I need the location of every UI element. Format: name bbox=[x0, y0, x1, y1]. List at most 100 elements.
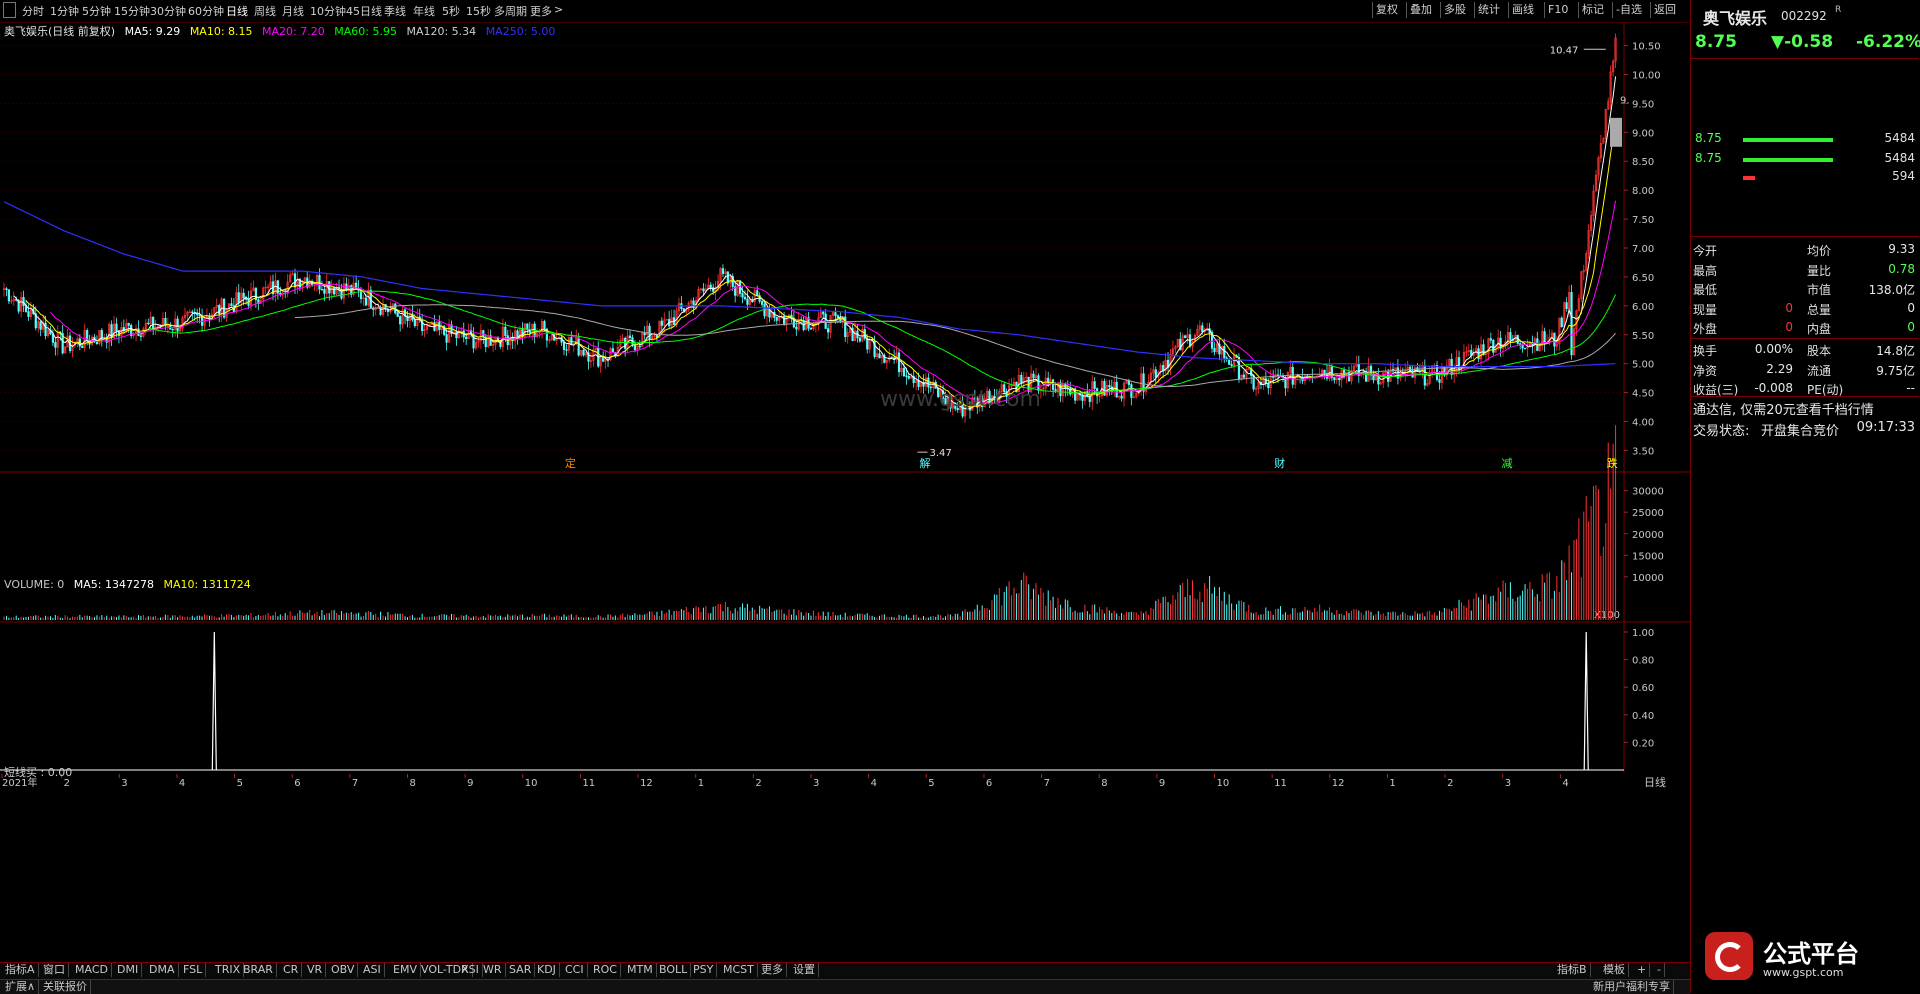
high-label: 10.47 bbox=[1550, 45, 1579, 56]
tool-button-7[interactable]: -自选 bbox=[1612, 2, 1645, 18]
indicator-tab-1[interactable]: 窗口 bbox=[40, 963, 69, 977]
stat-value: -- bbox=[1906, 381, 1915, 395]
indicator-tab-19[interactable]: ROC bbox=[590, 963, 621, 977]
period-tab-12[interactable]: 年线 bbox=[413, 3, 435, 19]
indicator-tab-11[interactable]: ASI bbox=[360, 963, 385, 977]
indicator-tab-8[interactable]: CR bbox=[280, 963, 303, 977]
time-label: 8 bbox=[410, 778, 416, 789]
period-tab-13[interactable]: 5秒 bbox=[442, 3, 460, 19]
zoom-out-button[interactable]: - bbox=[1654, 963, 1665, 977]
volume-tick-label: 10000 bbox=[1632, 573, 1664, 584]
period-tab-4[interactable]: 30分钟 bbox=[150, 3, 186, 19]
candle bbox=[44, 322, 47, 336]
tool-button-6[interactable]: 标记 bbox=[1578, 2, 1607, 18]
indicator-tab-23[interactable]: MCST bbox=[720, 963, 758, 977]
stock-title: 奥飞娱乐(日线 前复权) bbox=[4, 25, 116, 38]
indicator-tab-16[interactable]: SAR bbox=[506, 963, 536, 977]
indicator-tab-25[interactable]: 设置 bbox=[790, 963, 819, 977]
tool-button-8[interactable]: 返回 bbox=[1650, 2, 1679, 18]
tool-button-3[interactable]: 统计 bbox=[1474, 2, 1503, 18]
stat-value: 0.00% bbox=[1754, 342, 1793, 356]
candle bbox=[218, 305, 221, 315]
period-tab-2[interactable]: 5分钟 bbox=[82, 3, 111, 19]
more-arrow-icon[interactable]: > bbox=[554, 3, 563, 16]
indicator-tab-22[interactable]: PSY bbox=[690, 963, 718, 977]
stat-value: 14.8亿 bbox=[1876, 344, 1915, 358]
indicator-tab-3[interactable]: DMI bbox=[114, 963, 143, 977]
period-tab-8[interactable]: 月线 bbox=[282, 3, 304, 19]
indicator-tab-18[interactable]: CCI bbox=[562, 963, 588, 977]
candle bbox=[127, 323, 130, 326]
period-tab-3[interactable]: 15分钟 bbox=[114, 3, 150, 19]
stat-value: 138.0亿 bbox=[1868, 283, 1915, 297]
indicator-tab-0[interactable]: 指标A bbox=[2, 963, 39, 977]
indicator-tab-7[interactable]: BRAR bbox=[240, 963, 277, 977]
period-tab-10[interactable]: 45日线 bbox=[346, 3, 382, 19]
period-tab-15[interactable]: 多周期 bbox=[494, 3, 527, 19]
tool-button-4[interactable]: 画线 bbox=[1508, 2, 1537, 18]
period-tab-16[interactable]: 更多 bbox=[530, 3, 552, 19]
status-label: 交易状态: bbox=[1693, 424, 1750, 439]
status-time: 09:17:33 bbox=[1856, 420, 1915, 435]
period-tab-9[interactable]: 10分钟 bbox=[310, 3, 346, 19]
tool-button-2[interactable]: 多股 bbox=[1440, 2, 1469, 18]
stat-label: 净资 bbox=[1693, 363, 1718, 378]
ma250-line bbox=[3, 201, 1616, 368]
expand-tab[interactable]: 扩展∧ bbox=[2, 980, 40, 994]
related-quote-tab[interactable]: 关联报价 bbox=[40, 980, 91, 994]
candle bbox=[577, 337, 580, 356]
period-tab-7[interactable]: 周线 bbox=[254, 3, 276, 19]
candle bbox=[147, 322, 150, 325]
promo-text[interactable]: 新用户福利专享 bbox=[1590, 980, 1674, 994]
candle bbox=[1570, 292, 1573, 356]
candle bbox=[396, 312, 399, 317]
indicator-tab-4[interactable]: DMA bbox=[146, 963, 179, 977]
indicator-tab-20[interactable]: MTM bbox=[624, 963, 657, 977]
candle bbox=[809, 327, 813, 330]
period-tab-1[interactable]: 1分钟 bbox=[50, 3, 79, 19]
indicator-tab-2[interactable]: MACD bbox=[72, 963, 112, 977]
indicator-tab-17[interactable]: KDJ bbox=[534, 963, 560, 977]
indicator-b-tab[interactable]: 指标B bbox=[1554, 963, 1591, 977]
notice-text[interactable]: 通达信, 仅需20元查看千档行情 bbox=[1693, 399, 1874, 418]
candle bbox=[1184, 335, 1187, 339]
tool-button-5[interactable]: F10 bbox=[1544, 2, 1571, 18]
event-marker: 财 bbox=[1274, 456, 1285, 470]
indicator-tab-9[interactable]: VR bbox=[304, 963, 327, 977]
candle bbox=[1020, 374, 1023, 384]
logo-icon bbox=[1705, 932, 1753, 980]
time-label: 3 bbox=[1505, 778, 1511, 789]
candle bbox=[1523, 347, 1527, 350]
period-tab-14[interactable]: 15秒 bbox=[466, 3, 491, 19]
stat-value: 0 bbox=[1785, 300, 1793, 315]
kline-chart[interactable]: 10.50 10.00 9.50 9.00 8.50 8.00 7.50 7.00 6.50 6.… bbox=[0, 22, 1690, 962]
indicator-tab-10[interactable]: OBV bbox=[328, 963, 359, 977]
stat-label: 量比 bbox=[1807, 263, 1832, 278]
indicator-tab-12[interactable]: EMV bbox=[390, 963, 421, 977]
zoom-in-button[interactable]: + bbox=[1634, 963, 1651, 977]
candle bbox=[1052, 379, 1055, 390]
indicator-tab-15[interactable]: WR bbox=[480, 963, 506, 977]
quote-price: 8.75 bbox=[1695, 32, 1737, 52]
indicator-tab-21[interactable]: BOLL bbox=[656, 963, 692, 977]
time-label: 1 bbox=[698, 778, 704, 789]
candle bbox=[643, 333, 646, 336]
indicator-tab-24[interactable]: 更多 bbox=[758, 963, 787, 977]
right-label: 9. bbox=[1620, 95, 1630, 106]
candle bbox=[782, 315, 786, 324]
template-tab[interactable]: 模板 bbox=[1600, 963, 1629, 977]
volume-legend: VOLUME: 0 bbox=[4, 578, 65, 591]
candle bbox=[1201, 325, 1204, 332]
period-tab-6[interactable]: 日线 bbox=[226, 3, 248, 19]
indicator-tab-5[interactable]: FSL bbox=[180, 963, 207, 977]
candle bbox=[293, 273, 297, 288]
period-tab-0[interactable]: 分时 bbox=[22, 3, 44, 19]
candle bbox=[890, 356, 893, 359]
tool-button-1[interactable]: 叠加 bbox=[1406, 2, 1435, 18]
period-tab-11[interactable]: 季线 bbox=[384, 3, 406, 19]
tool-button-0[interactable]: 复权 bbox=[1372, 2, 1401, 18]
period-tab-5[interactable]: 60分钟 bbox=[188, 3, 224, 19]
candle bbox=[364, 297, 368, 306]
panel-toggle-icon[interactable] bbox=[3, 2, 16, 18]
event-marker: 解 bbox=[919, 456, 930, 470]
